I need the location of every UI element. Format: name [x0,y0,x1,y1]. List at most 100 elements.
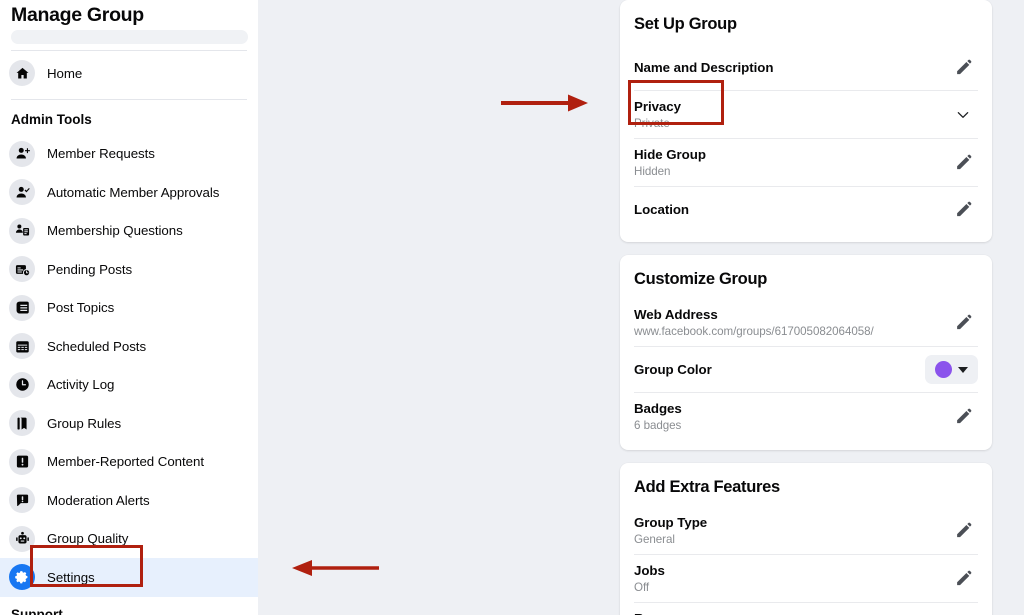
row-text: Web Address www.facebook.com/groups/6170… [634,299,874,346]
sidebar-item-label: Activity Log [47,376,114,393]
home-icon [9,60,35,86]
sidebar-item-label: Scheduled Posts [47,338,146,355]
row-web-address[interactable]: Web Address www.facebook.com/groups/6170… [634,299,978,346]
sidebar-item-membership-questions[interactable]: Membership Questions [0,212,258,251]
moderation-alerts-icon [9,487,35,513]
edit-group-type-button[interactable] [948,516,978,546]
row-label: Hide Group [634,146,706,163]
row-name-and-description[interactable]: Name and Description [634,44,978,90]
sidebar-item-label: Settings [47,569,95,586]
sidebar-item-label: Automatic Member Approvals [47,184,219,201]
pencil-icon [955,154,972,171]
sidebar-item-member-reported-content[interactable]: Member-Reported Content [0,443,258,482]
row-text: Badges 6 badges [634,393,682,440]
group-color-picker[interactable] [925,355,978,384]
card-customize-group: Customize Group Web Address www.facebook… [620,255,992,450]
sidebar-item-label: Moderation Alerts [47,492,150,509]
sidebar-item-activity-log[interactable]: Activity Log [0,366,258,405]
card-add-extra-features: Add Extra Features Group Type General Jo… [620,463,992,615]
row-hide-group[interactable]: Hide Group Hidden [634,138,978,186]
pencil-icon [955,570,972,587]
row-location[interactable]: Location [634,186,978,232]
card-set-up-group: Set Up Group Name and Description Privac… [620,0,992,242]
sidebar-item-home[interactable]: Home [0,54,258,93]
edit-badges-button[interactable] [948,402,978,432]
row-label: Privacy [634,98,681,115]
edit-location-button[interactable] [948,195,978,225]
row-privacy[interactable]: Privacy Private [634,90,978,138]
main-content: Set Up Group Name and Description Privac… [258,0,1024,615]
sidebar-item-label: Post Topics [47,299,114,316]
row-label: Jobs [634,562,665,579]
edit-name-and-description-button[interactable] [948,52,978,82]
row-text: Rooms On [634,603,679,615]
row-text: Location [634,194,689,225]
sidebar-search-input[interactable] [11,30,248,44]
group-quality-icon [9,526,35,552]
sidebar-item-post-topics[interactable]: Post Topics [0,289,258,328]
expand-privacy-button[interactable] [948,100,978,130]
annotation-arrow-to-settings [280,557,380,579]
row-text: Name and Description [634,52,773,83]
row-text: Privacy Private [634,91,681,138]
manage-group-screen: Manage Group Home Admin Tools Member Req… [0,0,1024,615]
member-reported-content-icon [9,449,35,475]
row-value: Private [634,116,681,131]
sidebar-item-label: Membership Questions [47,222,183,239]
sidebar-item-pending-posts[interactable]: Pending Posts [0,250,258,289]
row-rooms[interactable]: Rooms On [634,602,978,615]
sidebar-item-member-requests[interactable]: Member Requests [0,135,258,174]
sidebar-item-settings[interactable]: Settings [0,558,258,597]
row-label: Group Type [634,514,707,531]
post-topics-icon [9,295,35,321]
card-title: Add Extra Features [634,463,978,507]
activity-log-icon [9,372,35,398]
settings-cards-column: Set Up Group Name and Description Privac… [620,0,992,615]
row-value: 6 badges [634,418,682,433]
card-title: Customize Group [634,255,978,299]
row-label: Web Address [634,306,874,323]
sidebar-section-support: Support [0,597,258,615]
sidebar-item-label: Pending Posts [47,261,132,278]
pencil-icon [955,314,972,331]
color-swatch [935,361,952,378]
edit-rooms-button[interactable] [948,612,978,615]
row-jobs[interactable]: Jobs Off [634,554,978,602]
row-value: Off [634,580,665,595]
scheduled-posts-icon [9,333,35,359]
chevron-down-icon [956,108,970,122]
pencil-icon [955,59,972,76]
sidebar-item-label: Group Quality [47,530,128,547]
sidebar-home-group: Home [0,51,258,93]
row-value: www.facebook.com/groups/617005082064058/ [634,324,874,339]
edit-hide-group-button[interactable] [948,148,978,178]
sidebar-item-scheduled-posts[interactable]: Scheduled Posts [0,327,258,366]
membership-questions-icon [9,218,35,244]
row-label: Badges [634,400,682,417]
row-group-color[interactable]: Group Color [634,346,978,392]
card-title: Set Up Group [634,0,978,44]
pencil-icon [955,408,972,425]
row-group-type[interactable]: Group Type General [634,507,978,554]
pencil-icon [955,522,972,539]
row-label: Name and Description [634,59,773,76]
sidebar-item-label: Home [47,65,82,82]
row-label: Group Color [634,361,712,378]
sidebar-item-group-quality[interactable]: Group Quality [0,520,258,559]
member-requests-icon [9,141,35,167]
pending-posts-icon [9,256,35,282]
group-rules-icon [9,410,35,436]
row-value: General [634,532,707,547]
sidebar-item-label: Group Rules [47,415,121,432]
edit-web-address-button[interactable] [948,308,978,338]
settings-gear-icon [9,564,35,590]
edit-jobs-button[interactable] [948,564,978,594]
sidebar-item-automatic-member-approvals[interactable]: Automatic Member Approvals [0,173,258,212]
sidebar-item-group-rules[interactable]: Group Rules [0,404,258,443]
annotation-arrow-to-privacy [500,92,590,114]
sidebar-item-moderation-alerts[interactable]: Moderation Alerts [0,481,258,520]
row-label: Rooms [634,610,679,615]
sidebar: Manage Group Home Admin Tools Member Req… [0,0,258,615]
row-badges[interactable]: Badges 6 badges [634,392,978,440]
sidebar-item-label: Member-Reported Content [47,453,204,470]
